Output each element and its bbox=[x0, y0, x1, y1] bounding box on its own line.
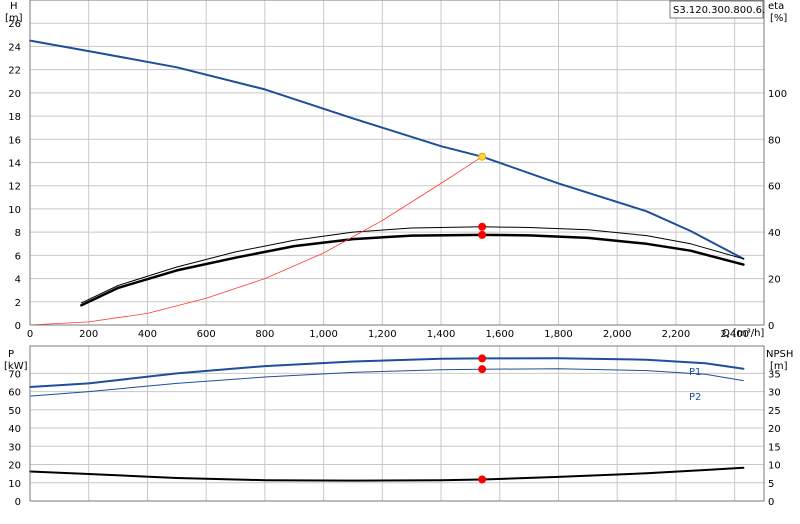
series-label-p1: P1 bbox=[689, 367, 701, 378]
lower-left-axis-title: P bbox=[8, 349, 14, 360]
y-left-tick-label: 22 bbox=[8, 66, 21, 77]
lower-tick-labels: 0 10 20 30 40 50 60 70 0 5 10 15 20 25 30 35 bbox=[8, 369, 780, 508]
x-tick-label: 1,200 bbox=[368, 329, 397, 340]
duty-point-marker bbox=[478, 222, 487, 231]
x-tick-label: 2,000 bbox=[603, 329, 632, 340]
upper-tick-labels: 0 200 400 600 800 1,000 1,200 1,400 1,600 1,800 2,… bbox=[8, 19, 787, 340]
series-0-0-line bbox=[29, 39, 745, 260]
y-left-tick-label: 0 bbox=[15, 321, 21, 332]
x-tick-label: 0 bbox=[27, 329, 33, 340]
y-left-tick-label: 24 bbox=[8, 42, 21, 53]
y-right-tick-label: 0 bbox=[768, 497, 774, 508]
y-left-tick-label: 4 bbox=[15, 275, 21, 286]
upper-grid bbox=[29, 0, 764, 326]
y-left-tick-label: 12 bbox=[8, 182, 21, 193]
y-left-tick-label: 50 bbox=[8, 406, 21, 417]
y-left-tick-label: 2 bbox=[15, 298, 21, 309]
x-tick-label: 1,000 bbox=[309, 329, 338, 340]
y-right-tick-label: 20 bbox=[768, 275, 781, 286]
y-left-tick-label: 18 bbox=[8, 112, 21, 123]
y-left-tick-label: 14 bbox=[8, 159, 21, 170]
x-tick-label: 800 bbox=[255, 329, 274, 340]
duty-point-marker bbox=[478, 475, 487, 484]
x-tick-label: 1,800 bbox=[544, 329, 573, 340]
y-right-tick-label: 30 bbox=[768, 388, 781, 399]
duty-point-marker bbox=[478, 152, 487, 161]
x-tick-label: 200 bbox=[79, 329, 98, 340]
y-left-tick-label: 20 bbox=[8, 89, 21, 100]
series-layer bbox=[29, 39, 745, 482]
y-right-tick-label: 10 bbox=[768, 461, 781, 472]
lower-right-axis-title: NPSH bbox=[766, 349, 793, 360]
y-left-tick-label: 40 bbox=[8, 424, 21, 435]
y-right-tick-label: 0 bbox=[768, 321, 774, 332]
duty-point-marker bbox=[478, 365, 487, 374]
y-left-tick-label: 8 bbox=[15, 228, 21, 239]
y-left-tick-label: 16 bbox=[8, 135, 21, 146]
x-tick-label: 600 bbox=[197, 329, 216, 340]
y-right-tick-label: 80 bbox=[768, 135, 781, 146]
points-layer bbox=[478, 152, 487, 484]
y-left-tick-label: 60 bbox=[8, 388, 21, 399]
duty-point-marker bbox=[478, 230, 487, 239]
y-right-tick-label: 60 bbox=[768, 182, 781, 193]
y-right-tick-label: 15 bbox=[768, 442, 781, 453]
duty-point-marker bbox=[478, 354, 487, 363]
series-1-2-line bbox=[29, 466, 745, 482]
pump-curve-chart: H [m] eta [%] Q [m³/h] P [kW] NPSH [m] 0… bbox=[0, 0, 800, 520]
y-left-tick-label: 30 bbox=[8, 442, 21, 453]
y-right-tick-label: 25 bbox=[768, 406, 781, 417]
lower-grid bbox=[29, 346, 764, 502]
model-label: S3.120.300.800.6. bbox=[673, 5, 765, 16]
x-tick-label: 400 bbox=[138, 329, 157, 340]
chart-svg: H [m] eta [%] Q [m³/h] P [kW] NPSH [m] 0… bbox=[4, 0, 793, 508]
series-label-p2: P2 bbox=[689, 392, 701, 403]
y-left-tick-label: 26 bbox=[8, 19, 21, 30]
upper-left-axis-title: H bbox=[10, 1, 18, 12]
y-left-tick-label: 0 bbox=[15, 497, 21, 508]
x-tick-label: 1,400 bbox=[427, 329, 456, 340]
x-tick-label: 2,400 bbox=[720, 329, 749, 340]
y-left-tick-label: 20 bbox=[8, 461, 21, 472]
series-0-3-line bbox=[29, 156, 483, 326]
lower-plot-frame bbox=[29, 345, 765, 502]
y-left-tick-label: 70 bbox=[8, 369, 21, 380]
y-right-tick-label: 5 bbox=[768, 479, 774, 490]
y-right-tick-label: 40 bbox=[768, 228, 781, 239]
y-right-tick-label: 100 bbox=[768, 89, 787, 100]
y-right-tick-label: 35 bbox=[768, 369, 781, 380]
y-left-tick-label: 6 bbox=[15, 251, 21, 262]
series-0-2-line bbox=[80, 233, 745, 307]
y-right-tick-label: 20 bbox=[768, 424, 781, 435]
upper-right-axis-title: eta bbox=[768, 1, 784, 12]
y-left-tick-label: 10 bbox=[8, 479, 21, 490]
series-0-1-line bbox=[80, 226, 744, 304]
upper-right-axis-unit: [%] bbox=[770, 13, 787, 24]
x-tick-label: 1,600 bbox=[485, 329, 514, 340]
x-tick-label: 2,200 bbox=[662, 329, 691, 340]
series-p1-line bbox=[29, 357, 745, 388]
y-left-tick-label: 10 bbox=[8, 205, 21, 216]
